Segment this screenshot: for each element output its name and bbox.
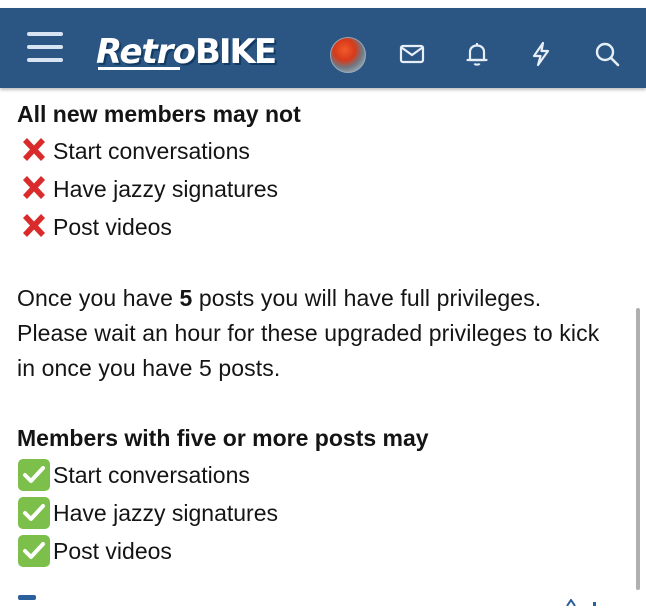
check-mark-icon [17,534,51,568]
list-item: Post videos [17,208,617,246]
top-navigation-bar: RetroBIKE [0,8,646,88]
logo-text-retro: Retro [96,32,196,72]
cross-mark-icon [17,134,51,168]
site-logo[interactable]: RetroBIKE [96,29,277,75]
check-mark-icon [17,458,51,492]
bell-icon[interactable] [463,40,491,68]
new-members-heading: All new members may not [17,101,301,127]
restriction-label: Have jazzy signatures [53,176,278,202]
truncated-link[interactable] [18,595,36,600]
logo-text-bike: BIKE [194,32,277,72]
privileges-paragraph: Once you have 5 posts you will have full… [17,281,617,386]
restriction-label: Post videos [53,214,172,240]
full-members-heading: Members with five or more posts may [17,425,429,451]
lightning-icon[interactable] [527,40,555,68]
post-count: 5 [179,285,193,311]
check-mark-icon [17,496,51,530]
list-item: Start conversations [17,132,617,170]
paragraph-prefix: Once you have [17,285,180,311]
scrollbar[interactable] [636,308,640,590]
menu-icon[interactable] [27,32,63,64]
list-item: Have jazzy signatures [17,494,617,532]
list-item: Post videos [17,532,617,570]
cross-mark-icon [17,172,51,206]
restriction-label: Start conversations [53,138,250,164]
cross-mark-icon [17,210,51,244]
privilege-label: Start conversations [53,462,250,488]
list-item: Have jazzy signatures [17,170,617,208]
logo-underline [98,67,180,70]
envelope-icon[interactable] [398,40,426,68]
truncated-action-icon[interactable] [565,593,615,607]
privilege-label: Have jazzy signatures [53,500,278,526]
privilege-label: Post videos [53,538,172,564]
avatar[interactable] [330,37,366,73]
search-icon[interactable] [593,40,621,68]
list-item: Start conversations [17,456,617,494]
post-content: All new members may not Start conversati… [17,96,617,570]
